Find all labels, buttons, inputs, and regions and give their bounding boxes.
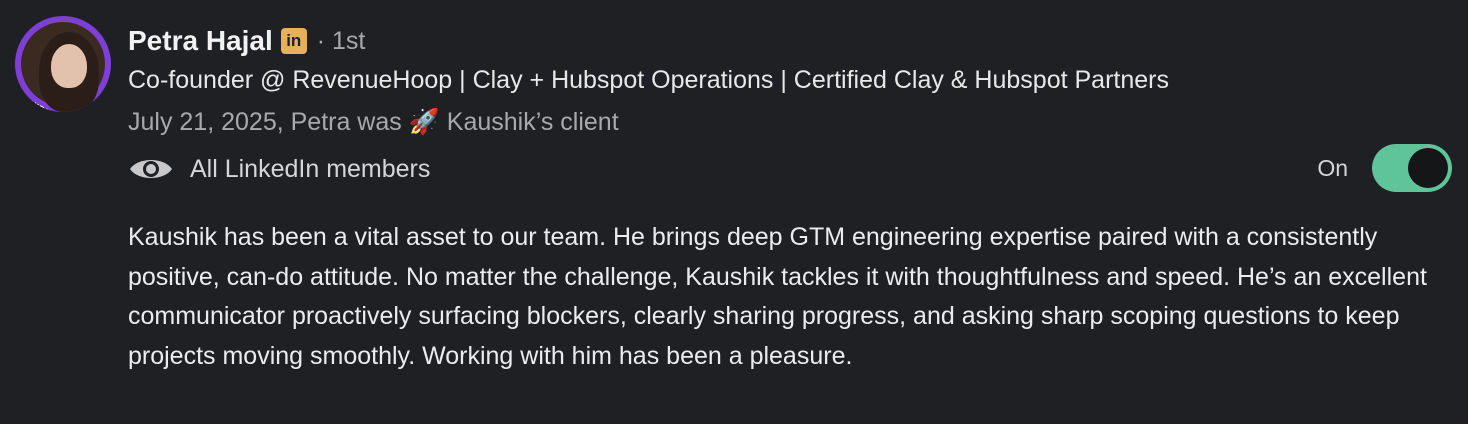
toggle-knob[interactable] [1408,148,1448,188]
visibility-toggle-group: On [1317,144,1452,192]
visibility-row: All LinkedIn members [128,148,430,190]
recommender-headline: Co-founder @ RevenueHoop | Clay + Hubspo… [128,66,1169,94]
recommendation-card: #HIRING Petra Hajal in · 1st Co-founder … [0,0,1468,424]
toggle-state-label: On [1317,154,1348,181]
visibility-label: All LinkedIn members [190,154,431,183]
recommendation-text: Kaushik has been a vital asset to our te… [128,223,1427,370]
relation-line: July 21, 2025, Petra was 🚀 Kaushik’s cli… [128,108,619,136]
avatar[interactable]: #HIRING [15,16,111,112]
avatar-photo [21,22,105,112]
recommender-name[interactable]: Petra Hajal [128,25,273,57]
name-row: Petra Hajal in · 1st [128,22,365,60]
avatar-face [51,44,87,88]
connection-degree: · 1st [316,26,366,55]
eye-icon [130,160,172,178]
visibility-toggle[interactable] [1372,144,1452,192]
linkedin-badge-icon: in [280,28,307,54]
